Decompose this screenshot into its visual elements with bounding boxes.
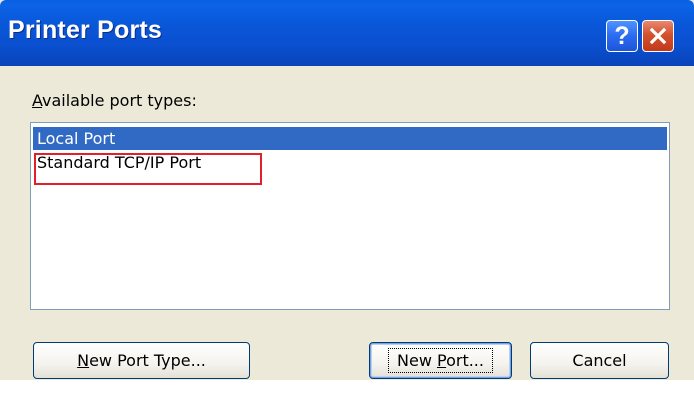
help-question-icon: ? bbox=[614, 21, 630, 50]
new-port-type-text: ew Port Type... bbox=[89, 351, 206, 370]
available-port-types-label: Available port types: bbox=[32, 91, 197, 110]
help-button[interactable]: ? bbox=[606, 20, 638, 52]
label-text: vailable port types: bbox=[42, 91, 197, 110]
window-title: Printer Ports bbox=[8, 16, 163, 44]
new-port-type-mnemonic: N bbox=[77, 351, 90, 370]
new-port-text: ort... bbox=[446, 351, 484, 370]
printer-ports-dialog: Printer Ports ? Available port types: Lo… bbox=[0, 0, 694, 380]
cancel-button[interactable]: Cancel bbox=[530, 342, 669, 379]
list-item-local-port[interactable]: Local Port bbox=[33, 127, 667, 150]
new-port-mnemonic: P bbox=[437, 351, 447, 370]
new-port-type-button[interactable]: New Port Type... bbox=[33, 342, 250, 379]
label-mnemonic: A bbox=[32, 91, 43, 110]
close-button[interactable] bbox=[642, 20, 674, 52]
new-port-button[interactable]: New Port... bbox=[369, 342, 512, 379]
port-types-listbox[interactable]: Local Port Standard TCP/IP Port bbox=[30, 122, 670, 310]
new-port-pre: New bbox=[397, 351, 437, 370]
list-item-standard-tcpip-port[interactable]: Standard TCP/IP Port bbox=[33, 151, 201, 174]
close-x-icon bbox=[649, 27, 667, 45]
title-bar[interactable]: Printer Ports ? bbox=[0, 0, 694, 66]
new-port-focus-rect: New Port... bbox=[388, 348, 493, 373]
